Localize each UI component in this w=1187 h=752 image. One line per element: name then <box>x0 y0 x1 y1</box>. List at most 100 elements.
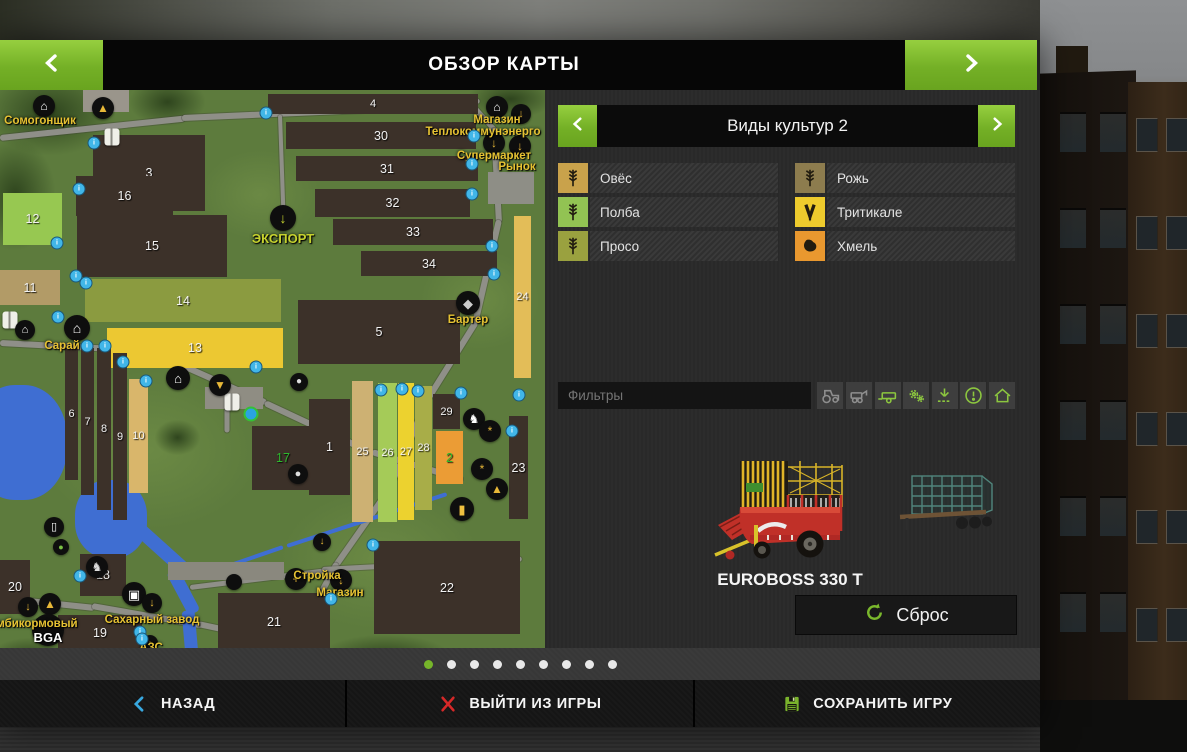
map-field-10: 10 <box>129 379 148 493</box>
spelt-icon <box>558 197 588 227</box>
page-next-button[interactable] <box>905 40 1037 90</box>
brewery-icon[interactable]: ▮ <box>450 497 474 521</box>
trees <box>320 635 450 648</box>
pagination-dot[interactable] <box>470 660 479 669</box>
crop-filter-spelt[interactable]: Полба <box>558 197 778 227</box>
chevron-left-icon <box>130 694 150 714</box>
field-number: 17 <box>276 451 290 465</box>
bga-icon[interactable] <box>32 614 64 646</box>
rye-icon <box>795 163 825 193</box>
filter-trailer-button[interactable] <box>875 382 901 409</box>
info-marker: i <box>486 240 499 253</box>
reset-filters-button[interactable]: Сброс <box>795 595 1017 635</box>
barter-icon[interactable]: ◆ <box>456 291 480 315</box>
sell-point-icon[interactable]: ↓ <box>313 533 331 551</box>
barn-icon[interactable]: ⌂ <box>64 315 90 341</box>
shed-icon[interactable]: ⌂ <box>166 366 190 390</box>
sell-point-icon[interactable]: ↓ <box>511 104 531 124</box>
filter-search-input[interactable] <box>558 382 811 409</box>
tires-icon[interactable] <box>226 574 242 590</box>
sell-point-icon[interactable]: ↓ <box>483 132 505 154</box>
exit-button[interactable]: ВЫЙТИ ИЗ ИГРЫ <box>345 680 692 727</box>
filter-warning-button[interactable] <box>960 382 986 409</box>
apple-icon[interactable]: ● <box>53 539 69 555</box>
field-number: 21 <box>267 615 281 629</box>
bees-icon[interactable]: * <box>479 420 501 442</box>
map-field-8: 8 <box>97 348 111 510</box>
building-window <box>1100 496 1126 536</box>
crop-filter-rye[interactable]: Рожь <box>795 163 1015 193</box>
windmill-icon[interactable]: ▲ <box>486 478 508 500</box>
map-field-33: 33 <box>333 219 493 245</box>
pagination-dot[interactable] <box>608 660 617 669</box>
building-window <box>1100 592 1126 632</box>
vehicle-image-euroboss[interactable] <box>710 447 870 562</box>
info-marker: i <box>88 137 101 150</box>
crop-filter-triticale[interactable]: Тритикале <box>795 197 1015 227</box>
filter-harvester-button[interactable] <box>846 382 872 409</box>
building-window <box>1136 412 1158 446</box>
filter-download-button[interactable] <box>932 382 958 409</box>
field-number: 16 <box>118 189 132 203</box>
info-marker: i <box>468 130 481 143</box>
building-window <box>1060 112 1086 152</box>
vehicle-image-trailer[interactable] <box>890 464 1000 539</box>
background-scene-sky <box>0 0 1040 40</box>
sunflower-icon[interactable]: * <box>471 458 493 480</box>
stable-icon[interactable]: ♞ <box>86 556 108 578</box>
sell-point-icon[interactable]: ↓ <box>18 597 38 617</box>
excavator-icon[interactable]: ▲ <box>92 97 114 119</box>
icon-glyph: ↓ <box>320 537 325 547</box>
filter-panel: Виды культур 2 ОвёсПолбаПросоРожьТритика… <box>545 90 1040 648</box>
icon-glyph: * <box>488 425 493 437</box>
pagination-dot[interactable] <box>516 660 525 669</box>
glove-icon[interactable]: ● <box>288 464 308 484</box>
save-button[interactable]: СОХРАНИТЬ ИГРУ <box>693 680 1040 727</box>
info-marker: i <box>412 385 425 398</box>
category-prev-button[interactable] <box>558 105 597 147</box>
barn-icon[interactable]: ⌂ <box>15 320 35 340</box>
sell-point-icon[interactable]: ↓ <box>142 593 162 613</box>
map-field-27: 27 <box>398 383 414 520</box>
filter-gears-button[interactable] <box>903 382 929 409</box>
crop-filter-oats[interactable]: Овёс <box>558 163 778 193</box>
field-number: 5 <box>376 325 383 339</box>
page-prev-button[interactable] <box>0 40 103 90</box>
poi-icon[interactable]: ● <box>290 373 308 391</box>
filter-home-button[interactable] <box>989 382 1015 409</box>
millet-icon <box>558 231 588 261</box>
category-next-button[interactable] <box>978 105 1015 147</box>
crop-filter-hops[interactable]: Хмель <box>795 231 1015 261</box>
sell-point-icon[interactable]: ↓ <box>509 135 531 157</box>
pagination-dot[interactable] <box>493 660 502 669</box>
feed-mill-icon[interactable]: ▲ <box>39 593 61 615</box>
fridge-icon[interactable]: ▯ <box>44 517 64 537</box>
pagination-dot[interactable] <box>424 660 433 669</box>
pagination-dot[interactable] <box>447 660 456 669</box>
pagination-dot[interactable] <box>585 660 594 669</box>
filter-tractor-button[interactable] <box>817 382 843 409</box>
info-marker: i <box>488 268 501 281</box>
info-marker: i <box>367 539 380 552</box>
construction-icon[interactable]: + <box>285 568 307 590</box>
fuel-icon[interactable]: ▼ <box>209 374 231 396</box>
crop-filter-millet[interactable]: Просо <box>558 231 778 261</box>
pagination-dot[interactable] <box>539 660 548 669</box>
background-scene-floor <box>0 727 1040 752</box>
building-window <box>1100 400 1126 440</box>
trailer-icon <box>877 385 898 406</box>
shop-icon[interactable]: ⌂ <box>486 96 508 118</box>
info-marker: i <box>74 570 87 583</box>
minimap[interactable]: 3161512111413678910543031323334241252627… <box>0 90 545 648</box>
back-button[interactable]: НАЗАД <box>0 680 345 727</box>
map-field-9: 9 <box>113 353 127 520</box>
vehicle-name: EUROBOSS 330 T <box>630 570 950 590</box>
map-field-16: 16 <box>76 176 173 216</box>
moonshiner-icon[interactable]: ⌂ <box>33 95 55 117</box>
sell-point-icon[interactable]: ↓ <box>330 569 352 591</box>
field-number: 13 <box>188 341 202 355</box>
export-icon[interactable]: ↓ <box>270 205 296 231</box>
field-number: 14 <box>176 294 190 308</box>
pagination-dot[interactable] <box>562 660 571 669</box>
field-number: 28 <box>417 442 429 454</box>
